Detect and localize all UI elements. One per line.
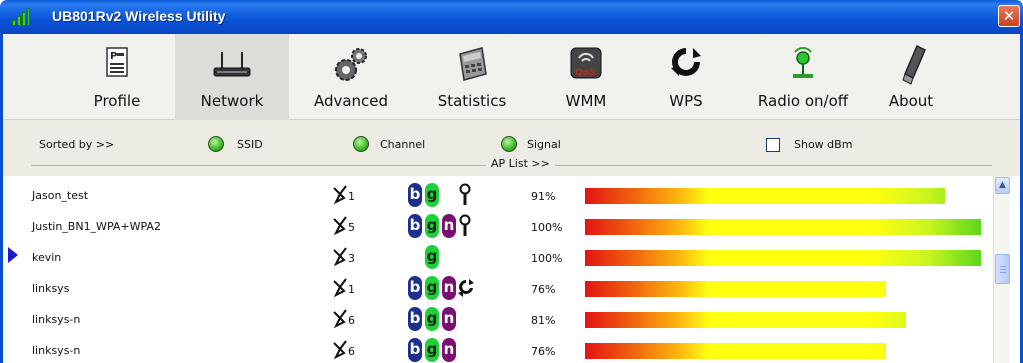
signal-strength-bar bbox=[585, 343, 886, 359]
ap-ssid: linksys-n bbox=[32, 344, 81, 357]
tool-advanced[interactable]: Advanced bbox=[299, 34, 403, 120]
current-connection-marker bbox=[8, 247, 18, 263]
mode-n-badge: n bbox=[442, 338, 456, 362]
mode-b-badge: b bbox=[408, 276, 422, 300]
ap-signal-percent: 76% bbox=[531, 345, 556, 358]
ap-channel: 6 bbox=[348, 345, 355, 358]
tool-radio-on-off[interactable]: Radio on/off bbox=[743, 34, 863, 120]
mode-g-badge: g bbox=[425, 307, 439, 331]
mode-g-badge: g bbox=[425, 276, 439, 300]
ap-ssid: linksys-n bbox=[32, 313, 81, 326]
mode-b-badge: b bbox=[408, 214, 422, 238]
tool-wmm-label: WMM bbox=[565, 92, 607, 110]
mode-b-badge: b bbox=[408, 338, 422, 362]
mode-g-badge: g bbox=[425, 183, 439, 207]
signal-strength-bar bbox=[585, 281, 886, 297]
close-button[interactable]: ✕ bbox=[998, 5, 1020, 27]
tool-network-label: Network bbox=[200, 92, 264, 110]
ap-signal-percent: 100% bbox=[531, 221, 563, 234]
sort-channel-radio[interactable] bbox=[353, 136, 369, 152]
wps-icon bbox=[671, 48, 701, 76]
tool-radio-on-off-label: Radio on/off bbox=[757, 92, 849, 110]
tool-wps[interactable]: WPS bbox=[646, 34, 726, 120]
ap-row[interactable]: linksys 1 b g n 76% bbox=[3, 273, 993, 304]
ap-row[interactable]: Jason_test 1 b g 91% bbox=[3, 180, 993, 211]
ap-ssid: linksys bbox=[32, 282, 70, 295]
sort-signal-label: Signal bbox=[527, 138, 561, 151]
scroll-thumb[interactable] bbox=[995, 254, 1010, 284]
mode-n-badge: n bbox=[442, 214, 456, 238]
svg-text:P: P bbox=[110, 51, 117, 62]
usb-adapter-icon bbox=[902, 44, 926, 85]
ap-signal-percent: 91% bbox=[531, 190, 556, 203]
mode-b-badge: b bbox=[408, 307, 422, 331]
vertical-scrollbar[interactable]: ▲ bbox=[993, 176, 1010, 363]
tool-statistics-label: Statistics bbox=[437, 92, 507, 110]
gears-icon bbox=[335, 48, 367, 81]
signal-strength-bar bbox=[585, 312, 906, 328]
tool-advanced-label: Advanced bbox=[313, 92, 389, 110]
toolbar: P Profile Network Advanced Statistics Qo… bbox=[3, 34, 1020, 120]
tool-network[interactable]: Network bbox=[175, 34, 289, 120]
ap-row[interactable]: Justin_BN1_WPA+WPA2 5 b g n 100% bbox=[3, 211, 993, 242]
tool-profile[interactable]: P Profile bbox=[66, 34, 168, 120]
key-icon bbox=[458, 214, 472, 238]
signal-strength-bar bbox=[585, 188, 945, 204]
ap-ssid: kevin bbox=[32, 251, 62, 264]
tool-wps-label: WPS bbox=[669, 92, 703, 110]
tool-about[interactable]: About bbox=[871, 34, 951, 120]
ap-row[interactable]: linksys-n 6 b g n 76% bbox=[3, 335, 993, 363]
ap-channel: 6 bbox=[348, 314, 355, 327]
show-dbm-label: Show dBm bbox=[794, 138, 853, 151]
sort-ssid-label: SSID bbox=[237, 138, 263, 151]
router-icon bbox=[213, 52, 251, 77]
ap-signal-percent: 100% bbox=[531, 252, 563, 265]
ap-row[interactable]: kevin 3 g 100% bbox=[3, 242, 993, 273]
wps-icon bbox=[458, 277, 474, 299]
ap-channel: 3 bbox=[348, 252, 355, 265]
ap-channel: 1 bbox=[348, 190, 355, 203]
tool-wmm[interactable]: QoS WMM bbox=[541, 34, 631, 120]
sort-label: Sorted by >> bbox=[39, 138, 115, 151]
title-bar: UB801Rv2 Wireless Utility ✕ bbox=[0, 0, 1023, 34]
ap-row[interactable]: linksys-n 6 b g n 81% bbox=[3, 304, 993, 335]
window-title: UB801Rv2 Wireless Utility bbox=[52, 8, 226, 24]
mode-g-badge: g bbox=[425, 214, 439, 238]
ap-channel: 1 bbox=[348, 283, 355, 296]
mode-g-badge: g bbox=[425, 245, 439, 269]
key-icon bbox=[458, 183, 472, 207]
tool-about-label: About bbox=[888, 92, 934, 110]
ap-signal-percent: 76% bbox=[531, 283, 556, 296]
mode-b-badge: b bbox=[408, 183, 422, 207]
tool-statistics[interactable]: Statistics bbox=[415, 34, 529, 120]
signal-bars-icon bbox=[12, 8, 30, 26]
mode-n-badge: n bbox=[442, 276, 456, 300]
profile-icon: P bbox=[106, 47, 128, 77]
mode-g-badge: g bbox=[425, 338, 439, 362]
sort-channel-label: Channel bbox=[380, 138, 426, 151]
tool-profile-label: Profile bbox=[93, 92, 141, 110]
radio-antenna-icon bbox=[793, 47, 813, 78]
qos-icon: QoS bbox=[570, 47, 602, 79]
sort-ssid-radio[interactable] bbox=[208, 136, 224, 152]
ap-signal-percent: 81% bbox=[531, 314, 556, 327]
sort-signal-radio[interactable] bbox=[501, 136, 517, 152]
ap-list: Jason_test 1 b g 91% Justin_BN1_WPA+WPA2 5 b g n 1… bbox=[3, 176, 1020, 363]
sort-bar: Sorted by >> SSID Channel Signal Show dB… bbox=[3, 120, 1020, 176]
ap-channel: 5 bbox=[348, 221, 355, 234]
calculator-icon bbox=[459, 47, 487, 81]
ap-ssid: Justin_BN1_WPA+WPA2 bbox=[32, 220, 161, 233]
ap-list-label: AP List >> bbox=[486, 157, 555, 170]
signal-strength-bar bbox=[585, 250, 981, 266]
scroll-up-button[interactable]: ▲ bbox=[995, 177, 1010, 194]
svg-text:QoS: QoS bbox=[575, 68, 595, 78]
show-dbm-checkbox[interactable] bbox=[766, 138, 780, 152]
mode-n-badge: n bbox=[442, 307, 456, 331]
signal-strength-bar bbox=[585, 219, 981, 235]
ap-ssid: Jason_test bbox=[32, 189, 89, 202]
